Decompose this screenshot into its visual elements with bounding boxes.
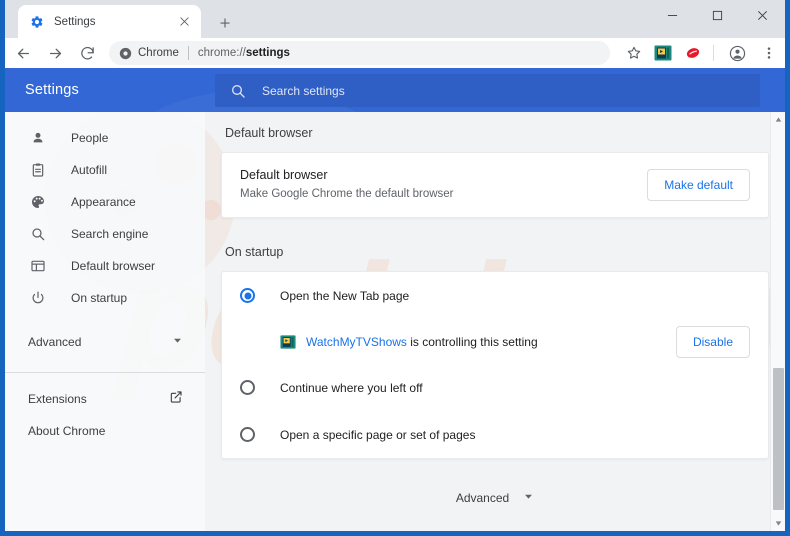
startup-option-continue[interactable]: Continue where you left off [222, 364, 768, 411]
disable-extension-button[interactable]: Disable [675, 325, 750, 358]
back-arrow-icon[interactable] [9, 39, 37, 67]
search-icon [230, 83, 246, 99]
browser-window-icon [28, 258, 48, 274]
window-border-right [785, 0, 790, 536]
make-default-button[interactable]: Make default [647, 169, 750, 201]
clipboard-icon [28, 162, 48, 178]
power-icon [28, 290, 48, 306]
address-bar[interactable]: Chrome chrome://settings [109, 41, 610, 65]
sidebar-item-label: Extensions [28, 392, 87, 406]
advanced-expander[interactable]: Advanced [221, 489, 769, 507]
window-border-bottom [0, 531, 790, 536]
minimize-icon[interactable] [650, 0, 695, 31]
chevron-down-icon [172, 333, 183, 351]
scrollbar-thumb[interactable] [773, 368, 784, 510]
magnifier-icon [28, 226, 48, 242]
default-browser-card: Default browser Make Google Chrome the d… [221, 152, 769, 218]
sidebar-item-advanced[interactable]: Advanced [5, 326, 205, 358]
section-title-on-startup: On startup [225, 245, 284, 259]
toolbar-divider [713, 45, 714, 61]
advanced-expander-label: Advanced [455, 491, 510, 505]
new-tab-button[interactable] [213, 11, 237, 35]
search-placeholder: Search settings [262, 83, 345, 98]
radio-button-unselected[interactable] [240, 380, 255, 395]
tab-strip: Settings [5, 0, 785, 38]
three-dot-menu-icon[interactable] [755, 39, 783, 67]
chevron-down-icon [523, 489, 534, 507]
radio-button-selected[interactable] [240, 288, 255, 303]
browser-tab-settings[interactable]: Settings [18, 5, 201, 38]
sidebar-item-label: About Chrome [28, 424, 106, 438]
omnibox-separator [187, 46, 189, 60]
section-title-default-browser: Default browser [225, 126, 313, 140]
bookmark-star-icon[interactable] [620, 39, 648, 67]
tab-title: Settings [54, 15, 96, 28]
red-oval-extension-icon[interactable] [684, 44, 702, 62]
controlled-setting-message: is controlling this setting [406, 334, 538, 349]
search-settings-input[interactable]: Search settings [215, 74, 760, 107]
startup-option-new-tab[interactable]: Open the New Tab page [222, 272, 768, 319]
maximize-icon[interactable] [695, 0, 740, 31]
settings-main-panel: Default browser Default browser Make Goo… [205, 112, 785, 531]
startup-option-label: Continue where you left off [280, 380, 423, 395]
close-icon[interactable] [740, 0, 785, 31]
default-browser-texts: Default browser Make Google Chrome the d… [240, 167, 647, 203]
radio-button-unselected[interactable] [240, 427, 255, 442]
sidebar-item-about-chrome[interactable]: About Chrome [5, 415, 205, 447]
sidebar-item-label: People [71, 131, 109, 145]
close-icon[interactable] [175, 13, 193, 31]
window-controls [650, 0, 785, 38]
toolbar-right-actions [616, 39, 785, 67]
person-icon [28, 130, 48, 146]
sidebar-item-label: Autofill [71, 163, 108, 177]
default-browser-row: Default browser Make Google Chrome the d… [222, 153, 768, 217]
sidebar-item-appearance[interactable]: Appearance [5, 186, 205, 218]
profile-avatar-icon[interactable] [723, 39, 751, 67]
sidebar-item-search-engine[interactable]: Search engine [5, 218, 205, 250]
palette-icon [28, 194, 48, 210]
startup-option-label: Open the New Tab page [280, 288, 410, 303]
scroll-up-arrow-icon[interactable] [771, 112, 785, 127]
chrome-page-icon [119, 47, 132, 60]
watchmytvshows-extension-icon[interactable] [654, 44, 672, 62]
extension-controlled-notice: WatchMyTVShows is controlling this setti… [222, 319, 768, 364]
sidebar-item-label: On startup [71, 291, 128, 305]
browser-toolbar: Chrome chrome://settings [5, 38, 785, 68]
settings-sidebar: People Autofill Appearance Search engine… [5, 112, 205, 531]
sidebar-item-autofill[interactable]: Autofill [5, 154, 205, 186]
default-browser-row-title: Default browser [240, 168, 328, 182]
omnibox-url-prefix: chrome:// [197, 47, 246, 59]
sidebar-item-on-startup[interactable]: On startup [5, 282, 205, 314]
sidebar-divider [5, 372, 205, 373]
sidebar-item-label: Advanced [28, 335, 82, 349]
on-startup-card: Open the New Tab page WatchMyTVShows is … [221, 271, 769, 459]
controlled-setting-text: WatchMyTVShows is controlling this setti… [306, 335, 676, 349]
sidebar-item-label: Appearance [71, 195, 136, 209]
omnibox-url-page: settings [245, 47, 290, 59]
forward-arrow-icon[interactable] [41, 39, 69, 67]
gear-icon [30, 15, 44, 29]
extension-name-link[interactable]: WatchMyTVShows [306, 335, 407, 349]
omnibox-chip-label: Chrome [138, 47, 179, 59]
watchmytvshows-extension-icon [280, 334, 296, 350]
chrome-browser-window: Settings Chrome chrome://settings Settin… [0, 0, 790, 536]
startup-option-specific-page[interactable]: Open a specific page or set of pages [222, 411, 768, 458]
page-title: Settings [25, 82, 79, 98]
default-browser-row-subtitle: Make Google Chrome the default browser [240, 188, 454, 200]
content-scrollbar[interactable] [770, 112, 785, 531]
sidebar-item-label: Default browser [71, 259, 156, 273]
sidebar-item-label: Search engine [71, 227, 149, 241]
sidebar-item-people[interactable]: People [5, 122, 205, 154]
settings-content-area: pcrisk.com People [5, 112, 785, 531]
startup-option-label: Open a specific page or set of pages [280, 427, 476, 442]
sidebar-item-extensions[interactable]: Extensions [5, 383, 205, 415]
omnibox-url: chrome://settings [198, 47, 290, 59]
sidebar-item-default-browser[interactable]: Default browser [5, 250, 205, 282]
scroll-down-arrow-icon[interactable] [771, 516, 785, 531]
reload-icon[interactable] [73, 39, 101, 67]
external-link-icon [169, 390, 183, 409]
